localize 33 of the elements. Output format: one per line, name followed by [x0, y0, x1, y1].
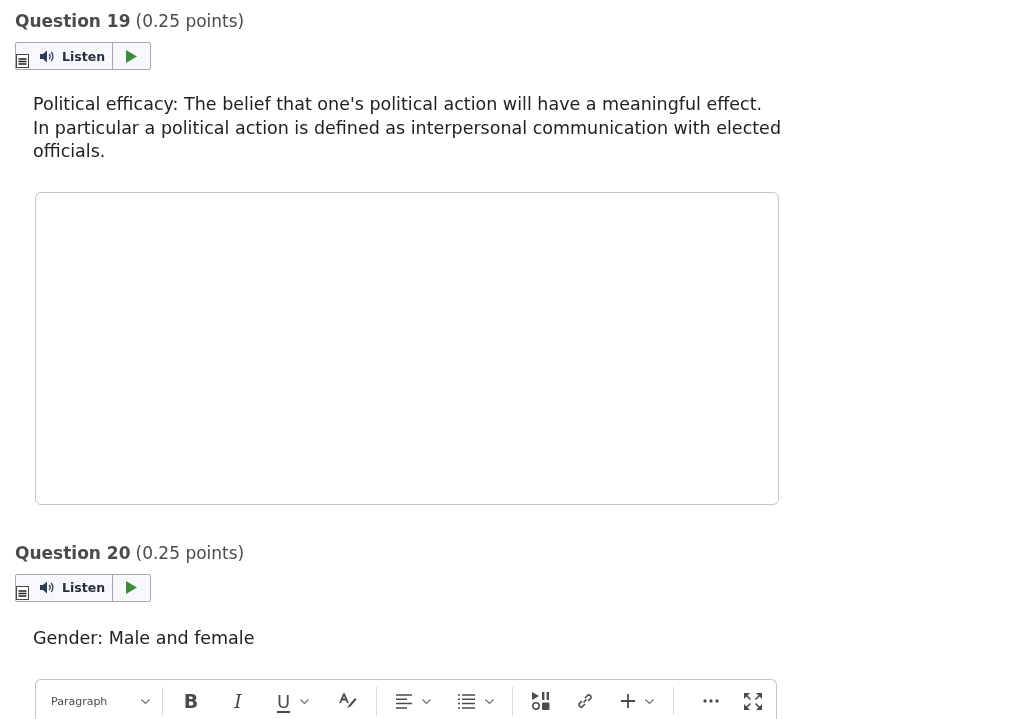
speaker-icon — [39, 581, 55, 594]
link-icon — [576, 692, 594, 710]
menu-icon[interactable] — [16, 54, 29, 68]
fullscreen-icon — [744, 692, 762, 710]
speaker-icon — [39, 49, 55, 63]
answer-editor[interactable]: Paragraph B I U — [35, 679, 777, 719]
question-text: Gender: Male and female — [33, 626, 256, 650]
caret-icon — [300, 698, 310, 704]
caret-icon — [421, 698, 431, 704]
caret-icon — [644, 698, 654, 704]
text-color-icon — [339, 693, 357, 709]
menu-icon[interactable] — [16, 585, 29, 600]
caret-icon — [141, 698, 150, 704]
question-title: Question 19 — [15, 10, 131, 33]
points-label: (0.25 points) — [135, 541, 245, 565]
plus-icon — [620, 694, 635, 708]
italic-button[interactable]: I — [216, 685, 260, 717]
question-title: Question 20 — [15, 541, 131, 565]
ellipsis-icon — [703, 699, 719, 703]
play-icon — [126, 49, 137, 63]
listen-button[interactable]: Listen — [29, 574, 113, 601]
align-icon — [395, 693, 412, 709]
question-text: In particular a political action is defined as interpersonal communication with elected officials. — [33, 116, 782, 163]
media-controls-icon — [532, 692, 550, 710]
underline-button[interactable]: U — [263, 685, 323, 717]
bold-button[interactable]: B — [169, 685, 213, 717]
paragraph-dropdown[interactable]: Paragraph — [43, 685, 156, 717]
play-icon — [126, 581, 137, 594]
listen-button[interactable]: Listen — [29, 43, 113, 69]
list-icon — [458, 693, 475, 709]
points-label: (0.25 points) — [135, 10, 245, 33]
caret-icon — [485, 698, 494, 704]
question-text: Political efficacy: The belief that one's political action will have a meaningful effect. — [33, 93, 764, 116]
